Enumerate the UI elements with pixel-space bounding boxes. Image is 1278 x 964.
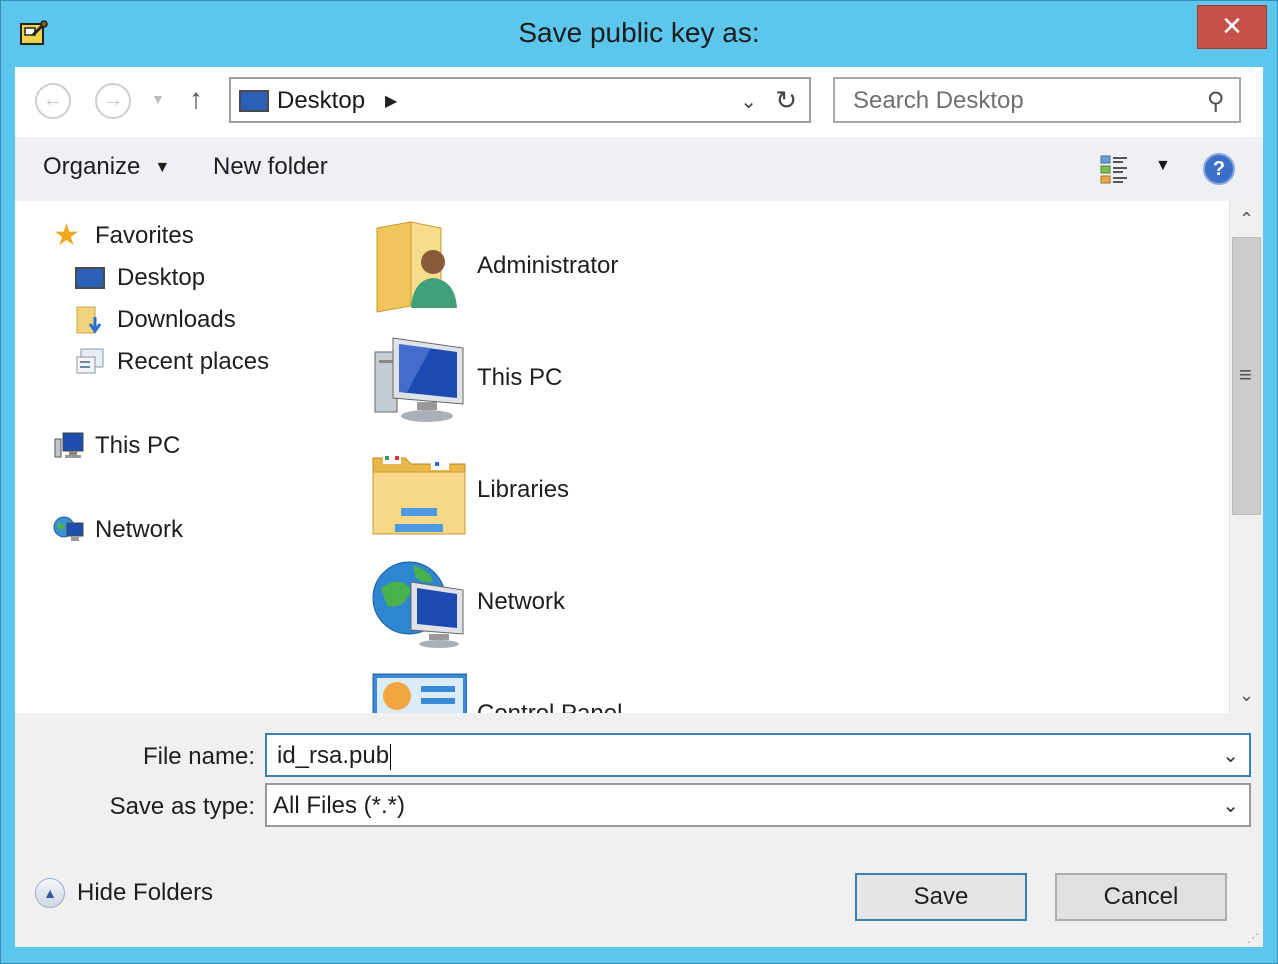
desktop-icon	[75, 263, 107, 293]
search-placeholder: Search Desktop	[853, 87, 1024, 114]
star-icon: ★	[53, 219, 80, 252]
text-cursor	[390, 743, 392, 770]
save-as-type-label: Save as type:	[109, 793, 255, 820]
scroll-down-icon[interactable]: ⌄	[1230, 677, 1263, 713]
forward-arrow-icon[interactable]: →	[95, 83, 131, 119]
collapse-up-icon: ▲	[35, 878, 65, 908]
list-item-network[interactable]: Network	[371, 547, 565, 657]
list-item-administrator[interactable]: Administrator	[371, 211, 618, 321]
hide-folders-button[interactable]: ▲ Hide Folders	[35, 869, 213, 917]
nav-item-label: Recent places	[117, 348, 270, 375]
list-item-label: This PC	[477, 364, 563, 391]
list-item-libraries[interactable]: Libraries	[371, 435, 569, 545]
organize-button[interactable]: Organize ▼	[43, 153, 170, 181]
nav-item-label: This PC	[95, 432, 181, 459]
save-as-type-select[interactable]: All Files (*.*) ⌄	[265, 783, 1251, 827]
nav-item-downloads[interactable]: Downloads	[75, 305, 236, 335]
nav-item-label: Network	[95, 516, 184, 543]
save-button[interactable]: Save	[855, 873, 1027, 921]
chevron-down-icon[interactable]: ▼	[151, 91, 165, 107]
hide-folders-label: Hide Folders	[77, 879, 214, 906]
close-button[interactable]: ✕	[1197, 5, 1267, 49]
breadcrumb-arrow-icon[interactable]: ▶	[385, 91, 397, 111]
navigation-pane: ★ Favorites Desktop Downloads Recent pla…	[15, 201, 332, 713]
computer-icon	[53, 431, 85, 461]
user-folder-icon	[371, 218, 467, 314]
refresh-icon[interactable]: ↻	[775, 85, 797, 116]
view-options-caret-icon[interactable]: ▼	[1155, 157, 1171, 175]
list-item-label: Administrator	[477, 252, 619, 279]
address-bar[interactable]: Desktop ▶ ⌄ ↻	[229, 77, 811, 123]
resize-grip-icon[interactable]: ⋰	[1247, 931, 1259, 945]
address-dropdown-icon[interactable]: ⌄	[740, 89, 757, 114]
scroll-up-icon[interactable]: ⌃	[1230, 201, 1263, 237]
scroll-thumb[interactable]: ≡	[1232, 237, 1261, 515]
organize-caret-icon: ▼	[154, 159, 171, 176]
search-icon[interactable]: ⚲	[1207, 87, 1225, 116]
save-form: File name: id_rsa.pub ⌄ Save as type: Al…	[15, 713, 1263, 947]
back-arrow-icon[interactable]: ←	[35, 83, 71, 119]
nav-item-favorites[interactable]: ★ Favorites	[53, 221, 194, 251]
control-panel-icon	[371, 666, 468, 713]
recent-places-icon	[75, 347, 107, 377]
cancel-button[interactable]: Cancel	[1055, 873, 1227, 921]
scroll-grip-icon: ≡	[1239, 362, 1252, 387]
nav-item-network[interactable]: Network	[53, 515, 183, 545]
command-toolbar: Organize ▼ New folder ▼ ?	[15, 137, 1263, 201]
nav-item-recent-places[interactable]: Recent places	[75, 347, 269, 377]
help-icon[interactable]: ?	[1203, 153, 1235, 185]
nav-item-label: Favorites	[95, 222, 194, 249]
file-name-label: File name:	[142, 743, 255, 770]
title-bar[interactable]: Save public key as: ✕	[1, 1, 1277, 67]
desktop-icon	[239, 90, 269, 112]
organize-label: Organize	[43, 153, 141, 180]
file-name-field[interactable]: id_rsa.pub ⌄	[265, 733, 1251, 777]
file-list: Administrator This PC Libraries Network	[331, 201, 1229, 713]
save-dialog-window: Save public key as: ✕ ← → ▼ ↑ Desktop ▶ …	[0, 0, 1278, 964]
computer-icon	[371, 330, 467, 426]
file-name-dropdown-icon[interactable]: ⌄	[1222, 743, 1239, 768]
search-input[interactable]: Search Desktop ⚲	[833, 77, 1241, 123]
network-globe-icon	[371, 554, 467, 650]
save-as-type-dropdown-icon[interactable]: ⌄	[1222, 793, 1239, 818]
file-name-text: id_rsa.pub	[277, 742, 390, 769]
new-folder-button[interactable]: New folder	[213, 153, 328, 181]
nav-item-label: Downloads	[117, 306, 236, 333]
window-title: Save public key as:	[518, 17, 760, 48]
list-item-this-pc[interactable]: This PC	[371, 323, 562, 433]
nav-item-this-pc[interactable]: This PC	[53, 431, 180, 461]
network-globe-icon	[53, 515, 85, 545]
navigation-bar: ← → ▼ ↑ Desktop ▶ ⌄ ↻ Search Desktop ⚲	[15, 67, 1263, 138]
nav-item-desktop[interactable]: Desktop	[75, 263, 205, 293]
list-item-label: Network	[477, 588, 566, 615]
list-item-label: Control Panel	[477, 700, 622, 713]
libraries-folder-icon	[371, 442, 467, 538]
change-view-icon[interactable]	[1099, 153, 1131, 185]
file-name-value[interactable]: id_rsa.pub	[277, 742, 392, 770]
list-item-control-panel[interactable]: Control Panel	[371, 659, 622, 713]
list-item-label: Libraries	[477, 476, 570, 503]
address-location[interactable]: Desktop	[277, 87, 365, 115]
nav-item-label: Desktop	[117, 264, 206, 291]
downloads-folder-icon	[75, 305, 107, 335]
save-as-type-value: All Files (*.*)	[273, 792, 406, 819]
dialog-client-area: ← → ▼ ↑ Desktop ▶ ⌄ ↻ Search Desktop ⚲ O…	[15, 67, 1263, 947]
vertical-scrollbar[interactable]: ⌃ ≡ ⌄	[1229, 201, 1263, 713]
up-arrow-icon[interactable]: ↑	[189, 83, 203, 115]
